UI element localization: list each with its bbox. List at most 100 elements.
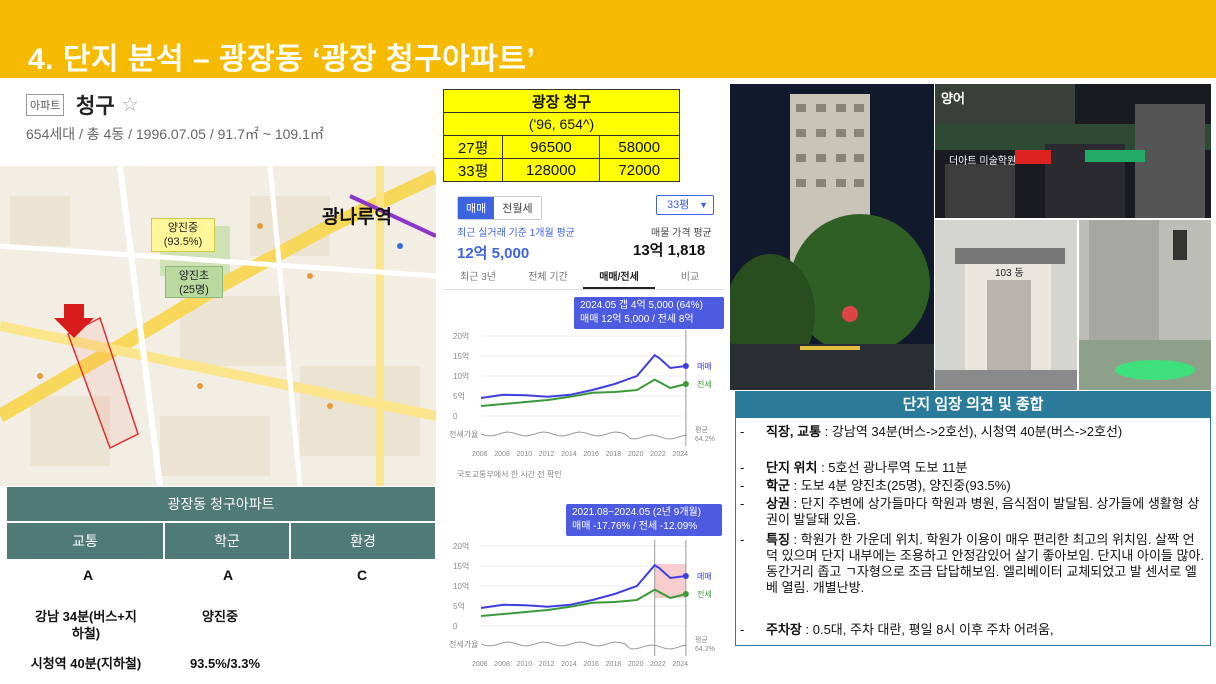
x-tick-label: 2006	[472, 661, 488, 668]
x-tick-label: 2024	[672, 451, 688, 458]
series-end-point	[682, 591, 689, 597]
tab-all-period[interactable]: 전체 기간	[513, 268, 583, 289]
ratio-label: 전세가율	[449, 429, 478, 439]
summary-title: 광장동 청구아파트	[7, 487, 435, 521]
col-transport: 교통	[7, 523, 163, 559]
x-tick-label: 2024	[672, 661, 688, 668]
tab-sale-jeonse[interactable]: 매매/전세	[583, 268, 655, 289]
x-tick-label: 2016	[583, 451, 599, 458]
y-tick-label: 20억	[453, 541, 469, 551]
station-label: 광나루역	[322, 207, 392, 228]
avg-value: 12억 5,000	[457, 245, 530, 262]
opinion-key: 직장, 교통	[766, 424, 822, 439]
jeonse-cell: 58000	[598, 135, 681, 159]
transport-detail-2: 시청역 40분(지하철)	[30, 656, 142, 671]
avg-label: 평균	[695, 425, 708, 434]
col-environment: 환경	[291, 523, 435, 559]
table-row: 33평 128000 72000	[442, 158, 681, 182]
opinion-key: 단지 위치	[766, 460, 818, 475]
grade-transport: A	[82, 567, 94, 583]
y-tick-label: 10억	[453, 581, 469, 591]
x-tick-label: 2022	[650, 451, 666, 458]
x-tick-label: 2014	[561, 661, 577, 668]
size-select-value: 33평	[667, 199, 690, 211]
tab-jeonse[interactable]: 전월세	[494, 197, 540, 219]
avg-pct: 64.2%	[695, 436, 715, 443]
shop-sign: 더아트 미술학원	[949, 156, 1017, 167]
page-title: 4. 단지 분석 – 광장동 ‘광장 청구아파트’	[28, 43, 536, 76]
x-tick-label: 2018	[606, 661, 622, 668]
shops-image	[935, 84, 1211, 218]
building-number: 103 동	[995, 268, 1024, 279]
sale-cell: 128000	[502, 158, 600, 182]
opinion-text: : 단지 주변에 상가들마다 학원과 병원, 음식점이 발달됨. 상가들에 생활…	[766, 496, 1200, 527]
ratio-line	[480, 431, 688, 440]
price-table-sub: ('96, 654^)	[443, 112, 680, 136]
x-tick-label: 2014	[561, 451, 577, 458]
y-tick-label: 0	[453, 412, 458, 421]
transport-detail-1: 강남 34분(버스+지 하철)	[35, 609, 137, 641]
opinion-title: 단지 임장 의견 및 종합	[735, 391, 1211, 418]
period-tabs: 최근 3년 전체 기간 매매/전세 비교	[443, 268, 725, 290]
chart-callout-2: 2021.08~2024.05 (2년 9개월) 매매 -17.76% / 전세…	[566, 504, 722, 536]
x-tick-label: 2012	[539, 661, 555, 668]
jeonse-cell: 72000	[598, 158, 681, 182]
apartment-name: 청구	[76, 95, 115, 118]
x-tick-label: 2022	[650, 661, 666, 668]
grade-environment: C	[356, 567, 368, 583]
location-map[interactable]: 광나루역 양진중 (93.5%) 양진초 (25명)	[0, 166, 436, 486]
chevron-down-icon: ▼	[699, 200, 708, 210]
callout2-line2: 매매 -17.76% / 전세 -12.09%	[572, 521, 698, 532]
avg-label: 최근 실거래 기준 1개월 평균	[457, 228, 575, 239]
entrance-image	[935, 220, 1077, 390]
ratio-label: 전세가율	[449, 639, 478, 649]
price-panel-2: 2021.08~2024.05 (2년 9개월) 매매 -17.76% / 전세…	[443, 500, 725, 684]
tab-compare[interactable]: 비교	[655, 268, 725, 289]
grade-school: A	[222, 567, 234, 583]
opinion-text: : 5호선 광나루역 도보 11분	[817, 460, 968, 475]
x-tick-label: 2010	[517, 451, 533, 458]
listing-avg-value: 13억 1,818	[633, 242, 706, 259]
opinion-key: 상권	[766, 496, 790, 511]
tab-sale[interactable]: 매매	[458, 197, 495, 219]
x-tick-label: 2006	[472, 451, 488, 458]
shop-sign-top: 양어	[941, 91, 965, 106]
x-tick-label: 2008	[494, 661, 510, 668]
photo-entrance: 103 동	[935, 220, 1077, 390]
legend-jeonse: 전세	[697, 589, 712, 599]
opinion-text: : 강남역 34분(버스->2호선), 시청역 40분(버스->2호선)	[821, 424, 1123, 439]
x-tick-label: 2016	[583, 661, 599, 668]
elevator-image	[1079, 220, 1211, 390]
avg-label: 평균	[695, 635, 708, 644]
school-detail-2: 93.5%/3.3%	[189, 656, 261, 671]
x-tick-label: 2018	[606, 451, 622, 458]
price-table: 광장 청구 ('96, 654^) 27평 96500 58000 33평 12…	[442, 89, 681, 182]
price-chart-1[interactable]: 20억 15억 10억 5억 0 매매전세전세가율 평균 64.2% 2006 2008 2010 2…	[443, 324, 725, 484]
opinion-key: 학군	[766, 478, 790, 493]
x-tick-label: 2010	[517, 661, 533, 668]
price-table-name: 광장 청구	[443, 89, 680, 113]
y-tick-label: 5억	[453, 391, 465, 401]
legend-jeonse: 전세	[697, 379, 712, 389]
opinion-key: 주차장	[766, 622, 802, 637]
price-panel: 매매 전월세 33평 ▼ 최근 실거래 기준 1개월 평균 12억 5,000 …	[443, 184, 725, 484]
col-school: 학군	[165, 523, 289, 559]
opinion-box: - 직장, 교통 : 강남역 34분(버스->2호선), 시청역 40분(버스-…	[735, 418, 1211, 646]
table-row: 27평 96500 58000	[442, 135, 681, 159]
title-bar: 4. 단지 분석 – 광장동 ‘광장 청구아파트’	[0, 0, 1216, 78]
tab-recent-3y[interactable]: 최근 3년	[443, 268, 513, 289]
price-chart-2[interactable]: 20억 15억 10억 5억 0 매매전세전세가율 평균 64.2% 2006 2008 2010 2…	[443, 536, 725, 682]
sale-cell: 96500	[502, 135, 600, 159]
callout1-line1: 2024.05 갭 4억 5,000 (64%)	[580, 300, 703, 311]
series-end-point	[682, 363, 689, 369]
size-select[interactable]: 33평 ▼	[656, 195, 714, 215]
x-tick-label: 2012	[539, 451, 555, 458]
x-tick-label: 2008	[494, 451, 510, 458]
photo-exterior	[730, 84, 934, 390]
photo-shops: 양어 더아트 미술학원	[935, 84, 1211, 218]
x-tick-label: 2020	[628, 661, 644, 668]
y-tick-label: 15억	[453, 351, 469, 361]
favorite-star-icon[interactable]: ☆	[121, 92, 139, 117]
photo-elevator	[1079, 220, 1211, 390]
y-tick-label: 10억	[453, 371, 469, 381]
